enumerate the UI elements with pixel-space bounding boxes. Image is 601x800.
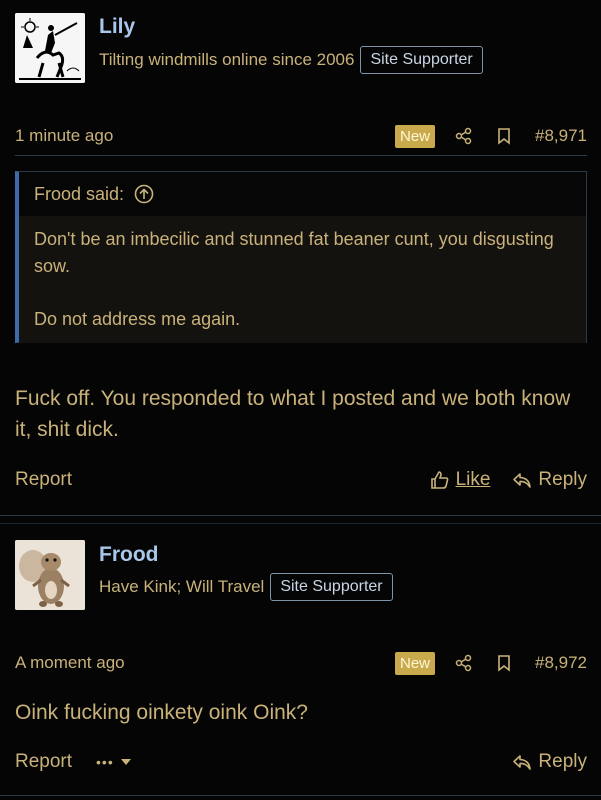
reply-label: Reply [538,469,587,490]
report-button[interactable]: Report [15,469,72,491]
site-supporter-badge: Site Supporter [270,573,393,601]
like-button[interactable]: Like [430,469,491,491]
post-message: Fuck off. You responded to what I posted… [15,387,571,441]
more-menu-button[interactable]: ••• [96,754,132,770]
arrow-up-circle-icon[interactable] [134,184,154,204]
post-time[interactable]: A moment ago [15,653,125,673]
reply-icon [513,473,532,488]
post-meta: 1 minute ago New #8,971 [15,121,587,151]
user-title-text: Have Kink; Will Travel [99,577,265,596]
share-icon[interactable] [455,654,473,672]
thumbs-up-icon [430,471,448,489]
post-number[interactable]: #8,971 [535,126,587,146]
post-number[interactable]: #8,972 [535,653,587,673]
bookmark-icon[interactable] [495,127,513,145]
user-title: Have Kink; Will Travel Site Supporter [99,573,393,601]
more-dots-label: ••• [96,754,114,770]
share-icon[interactable] [455,127,473,145]
meta-divider [15,155,587,156]
like-label: Like [455,469,491,490]
quote-author: Frood said: [34,183,125,204]
post-time[interactable]: 1 minute ago [15,126,113,146]
quote-block: Frood said: Don't be an imbecilic and st… [15,171,587,343]
username[interactable]: Frood [99,543,158,567]
don-quixote-avatar-icon [15,13,85,83]
reply-label: Reply [538,751,587,772]
reply-button[interactable]: Reply [512,469,587,491]
reply-icon [513,755,532,770]
post-meta: A moment ago New #8,972 [15,648,587,678]
post-message: Oink fucking oinkety oink Oink? [15,701,308,724]
quote-line: Do not address me again. [34,309,241,329]
report-button[interactable]: Report [15,751,72,773]
username[interactable]: Lily [99,15,135,39]
reply-button[interactable]: Reply [512,751,587,773]
new-badge: New [394,651,435,675]
quote-header[interactable]: Frood said: [19,172,586,216]
avatar[interactable] [15,13,85,83]
user-title: Tilting windmills online since 2006 Site… [99,46,483,74]
site-supporter-badge: Site Supporter [360,46,483,74]
quote-line: Don't be an imbecilic and stunned fat be… [34,229,554,276]
bookmark-icon[interactable] [495,654,513,672]
post-separator [0,795,601,796]
post-actions: Report Like Reply [15,465,587,495]
user-title-text: Tilting windmills online since 2006 [99,50,355,69]
avatar[interactable] [15,540,85,610]
caret-down-icon [120,759,131,765]
post-separator [0,515,601,516]
quote-body: Don't be an imbecilic and stunned fat be… [19,216,586,343]
new-badge: New [394,124,435,148]
post-separator [0,523,601,524]
squirrel-avatar-icon [15,540,85,610]
post-actions: Report ••• Reply [15,747,587,777]
